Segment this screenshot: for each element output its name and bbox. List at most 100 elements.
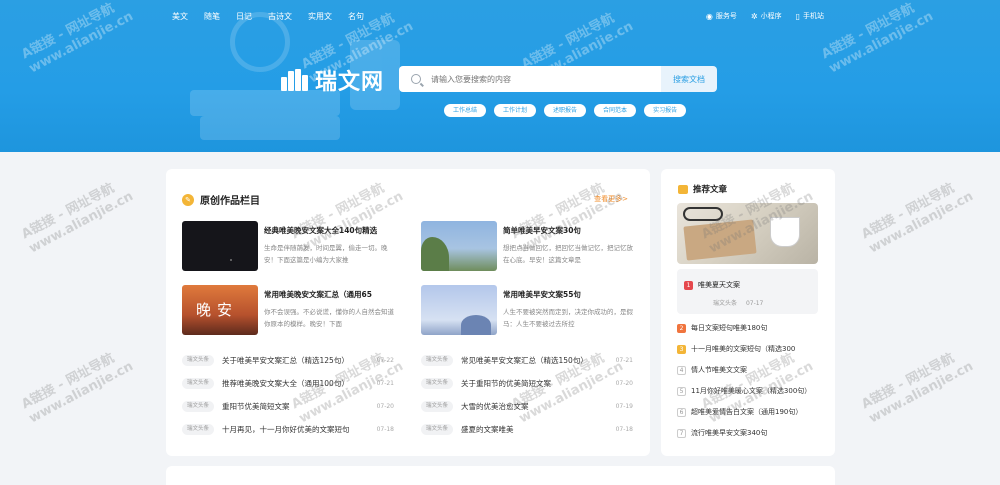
tag-work-summary[interactable]: 工作总结 bbox=[444, 104, 487, 117]
article-list-right: 瑞文头条 常见唯美早安文案汇总（精选150句） 07-21 瑞文头条 关于重阳节的优美… bbox=[421, 349, 633, 441]
ranked-item[interactable]: 3 十一月唯美的文案短句（精选300 bbox=[677, 344, 818, 354]
article-excerpt: 人生不要被突然而定到，决定你成功的，是假马：人生不要被过去所控 bbox=[503, 308, 633, 328]
list-item[interactable]: 瑞文头条 盛夏的文案唯美 07-18 bbox=[421, 418, 633, 441]
nav-item-suibi[interactable]: 随笔 bbox=[204, 11, 220, 22]
tag-internship-report[interactable]: 实习报告 bbox=[644, 104, 687, 117]
mobile-site-link[interactable]: ▯ 手机站 bbox=[796, 11, 824, 21]
list-item[interactable]: 瑞文头条 十月再见，十一月你好优美的文案短句 07-18 bbox=[182, 418, 394, 441]
article-title: 简单唯美早安文案30句 bbox=[503, 226, 581, 235]
rank-badge: 3 bbox=[677, 344, 686, 354]
list-item-date: 07-18 bbox=[376, 426, 394, 433]
list-item[interactable]: 瑞文头条 推荐唯美晚安文案大全（通用100句） 07-21 bbox=[182, 372, 394, 395]
source-tag: 瑞文头条 bbox=[421, 424, 454, 435]
list-item-date: 07-20 bbox=[376, 403, 394, 410]
nav-item-riji[interactable]: 日记 bbox=[236, 11, 252, 22]
rank-badge: 2 bbox=[677, 323, 686, 333]
article-title: 经典唯美晚安文案大全140句精选 bbox=[264, 226, 378, 235]
view-more-link[interactable]: 查看更多> bbox=[594, 194, 628, 204]
nav-item-gushiwen[interactable]: 古诗文 bbox=[268, 11, 292, 22]
list-item[interactable]: 瑞文头条 重阳节优美简短文案 07-20 bbox=[182, 395, 394, 418]
featured-article[interactable]: 经典唯美晚安文案大全140句精选 生命是伴随前发，时间是翼，偷走一切。晚安！下面… bbox=[182, 221, 394, 271]
article-title: 常用唯美早安文案55句 bbox=[503, 290, 581, 299]
search-input[interactable] bbox=[431, 74, 631, 84]
ranked-title: 情人节唯美文文案 bbox=[691, 366, 747, 374]
list-item-date: 07-18 bbox=[615, 426, 633, 433]
thumbnail-text: 晚安 bbox=[196, 301, 239, 319]
search-button[interactable]: 搜索文档 bbox=[661, 66, 717, 92]
list-item-title: 大雪的优美治愈文案 bbox=[461, 402, 529, 411]
recommended-cover-image[interactable] bbox=[677, 203, 818, 264]
list-item[interactable]: 瑞文头条 关于重阳节的优美简短文案 07-20 bbox=[421, 372, 633, 395]
ranked-title: 超唯美爱情告白文案（通用190句） bbox=[691, 408, 803, 416]
list-item-date: 07-22 bbox=[376, 357, 394, 364]
top-links: ◉ 服务号 ✲ 小程序 ▯ 手机站 bbox=[692, 11, 824, 21]
article-excerpt: 生命是伴随前发，时间是翼，偷走一切。晚安！下面这篇是小编为大家推 bbox=[264, 244, 388, 264]
nav-item-shiyongwen[interactable]: 实用文 bbox=[308, 11, 332, 22]
ranked-title: 11月你好唯美暖心文案（精选300句） bbox=[691, 387, 812, 395]
list-item[interactable]: 瑞文头条 关于唯美早安文案汇总（精选125句） 07-22 bbox=[182, 349, 394, 372]
service-account-link[interactable]: ◉ 服务号 bbox=[706, 11, 737, 21]
tag-debrief-report[interactable]: 述职报告 bbox=[544, 104, 587, 117]
recommended-date: 07-17 bbox=[745, 300, 764, 307]
service-account-label: 服务号 bbox=[715, 12, 737, 20]
list-item-title: 关于重阳节的优美简短文案 bbox=[461, 379, 552, 388]
watermark: A链接 - 网址导航 www.alianjie.cn bbox=[859, 350, 976, 427]
ranked-item[interactable]: 5 11月你好唯美暖心文案（精选300句） bbox=[677, 386, 818, 396]
watermark: A链接 - 网址导航 www.alianjie.cn bbox=[859, 180, 976, 257]
ranked-title: 十一月唯美的文案短句（精选300 bbox=[691, 345, 796, 353]
mini-program-label: 小程序 bbox=[760, 12, 782, 20]
miniprogram-icon: ✲ bbox=[750, 11, 758, 21]
ranked-item[interactable]: 7 流行唯美早安文案340句 bbox=[677, 428, 818, 438]
section-header: ✎ 原创作品栏目 bbox=[182, 192, 260, 207]
mini-program-link[interactable]: ✲ 小程序 bbox=[751, 11, 782, 21]
ranked-item[interactable]: 6 超唯美爱情告白文案（通用190句） bbox=[677, 407, 818, 417]
tag-work-plan[interactable]: 工作计划 bbox=[494, 104, 537, 117]
list-item-date: 07-21 bbox=[376, 380, 394, 387]
list-item-date: 07-20 bbox=[615, 380, 633, 387]
phone-icon: ▯ bbox=[795, 11, 800, 21]
featured-article[interactable]: 简单唯美早安文案30句 想把点当做回忆，把回忆当做记忆，把记忆放在心底。早安！这… bbox=[421, 221, 633, 271]
rank-badge: 7 bbox=[677, 428, 686, 438]
featured-article[interactable]: 常用唯美早安文案55句 人生不要被突然而定到，决定你成功的，是假马：人生不要被过… bbox=[421, 285, 633, 335]
mobile-site-label: 手机站 bbox=[803, 12, 824, 20]
recommended-title: 唯美夏天文案 bbox=[698, 281, 740, 289]
list-item-title: 推荐唯美晚安文案大全（通用100句） bbox=[222, 379, 349, 388]
hero-banner: 美文 随笔 日记 古诗文 实用文 名句 ◉ 服务号 ✲ 小程序 ▯ 手机站 瑞文… bbox=[0, 0, 1000, 152]
list-item-title: 常见唯美早安文案汇总（精选150句） bbox=[461, 356, 588, 365]
article-thumbnail bbox=[421, 221, 497, 271]
article-thumbnail bbox=[421, 285, 497, 335]
watermark: A链接 - 网址导航 www.alianjie.cn bbox=[19, 180, 136, 257]
list-item-date: 07-19 bbox=[615, 403, 633, 410]
list-item-title: 关于唯美早安文案汇总（精选125句） bbox=[222, 356, 349, 365]
next-section-card bbox=[166, 466, 835, 485]
source-tag: 瑞文头条 bbox=[182, 378, 215, 389]
recommended-top-item[interactable]: 1 唯美夏天文案 瑞文头条 07-17 bbox=[677, 269, 818, 314]
hot-tags: 工作总结 工作计划 述职报告 合同范本 实习报告 bbox=[444, 104, 694, 117]
rank-badge: 5 bbox=[677, 386, 686, 396]
list-item-title: 重阳节优美简短文案 bbox=[222, 402, 290, 411]
list-item[interactable]: 瑞文头条 常见唯美早安文案汇总（精选150句） 07-21 bbox=[421, 349, 633, 372]
site-logo[interactable]: 瑞文网 bbox=[279, 64, 384, 96]
tag-contract-template[interactable]: 合同范本 bbox=[594, 104, 637, 117]
source-tag: 瑞文头条 bbox=[182, 401, 215, 412]
side-header: 推荐文章 bbox=[678, 183, 727, 195]
ranked-item[interactable]: 4 情人节唯美文文案 bbox=[677, 365, 818, 375]
logo-text: 瑞文网 bbox=[315, 70, 385, 95]
section-title: 原创作品栏目 bbox=[200, 196, 260, 207]
source-tag: 瑞文头条 bbox=[182, 355, 215, 366]
source-tag: 瑞文头条 bbox=[182, 424, 215, 435]
list-item[interactable]: 瑞文头条 大雪的优美治愈文案 07-19 bbox=[421, 395, 633, 418]
nav-item-mingju[interactable]: 名句 bbox=[348, 11, 364, 22]
nav-item-meiwen[interactable]: 美文 bbox=[172, 11, 188, 22]
article-excerpt: 你不会误强。不必说谎，懂你的人自然会知道你原本的模样。晚安！下面 bbox=[264, 308, 394, 328]
article-title: 常用唯美晚安文案汇总（通用65 bbox=[264, 290, 372, 299]
search-bar: 搜索文档 bbox=[399, 66, 717, 92]
original-works-section: ✎ 原创作品栏目 查看更多> 经典唯美晚安文案大全140句精选 生命是伴随前发，… bbox=[166, 169, 650, 456]
featured-article[interactable]: 晚安 常用唯美晚安文案汇总（通用65 你不会误强。不必说谎，懂你的人自然会知道你… bbox=[182, 285, 394, 335]
search-box bbox=[399, 66, 661, 92]
article-thumbnail: 晚安 bbox=[182, 285, 258, 335]
ranked-item[interactable]: 2 每日文案短句唯美180句 bbox=[677, 323, 818, 333]
ranked-title: 每日文案短句唯美180句 bbox=[691, 324, 768, 332]
thumbs-up-icon bbox=[678, 184, 688, 194]
list-item-date: 07-21 bbox=[615, 357, 633, 364]
